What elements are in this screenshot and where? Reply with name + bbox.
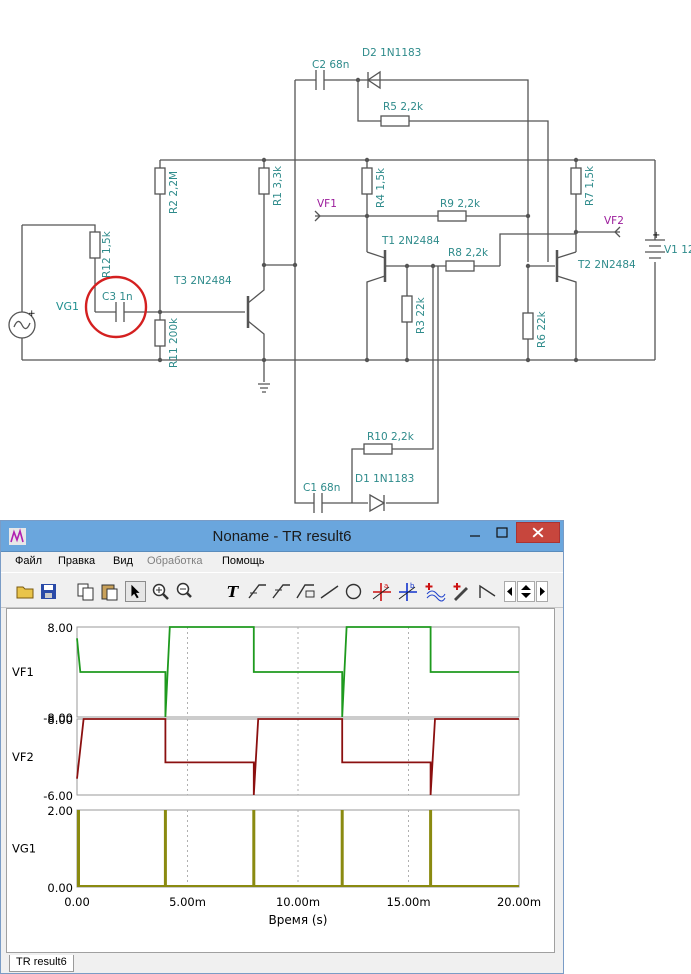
transient-plot[interactable]: 8.00-8.00VF18.00-6.00VF22.000.00VG10.00 5…: [7, 609, 554, 952]
copy-icon[interactable]: [75, 581, 96, 602]
ytick-vg1-top: 2.00: [47, 804, 73, 818]
label-r5: R5 2,2k: [383, 101, 424, 113]
label-r2: R2 2,2M: [168, 171, 180, 214]
v1-plus-sign: +: [652, 230, 660, 241]
cursor-a-icon[interactable]: [247, 581, 268, 602]
series-label-vf1: VF1: [12, 665, 34, 679]
maximize-icon[interactable]: [489, 523, 515, 543]
add-trace-icon[interactable]: [425, 581, 446, 602]
label-vg1: VG1: [56, 300, 79, 313]
series-label-vg1: VG1: [12, 842, 36, 856]
label-vf2: VF2: [604, 215, 624, 227]
pulse-mark: [163, 810, 167, 887]
menu-edit[interactable]: Правка: [58, 555, 95, 567]
label-r7: R7 1,5k: [584, 165, 596, 206]
circuit-schematic: VG1 C3 1n R12 1,5k R11 200k R2 2,2M T3 2…: [8, 47, 691, 513]
label-r12: R12 1,5k: [101, 230, 113, 278]
label-c3: C3 1n: [102, 291, 133, 303]
ytick-vg1-bottom: 0.00: [47, 881, 73, 895]
marker-icon[interactable]: [295, 581, 316, 602]
series-label-vf2: VF2: [12, 750, 34, 764]
xtick-label: 10.00m: [276, 895, 320, 909]
line-icon[interactable]: [319, 581, 340, 602]
scroll-right-icon[interactable]: [536, 581, 548, 602]
ytick-vf2-top: 8.00: [47, 713, 73, 727]
label-d1: D1 1N1183: [355, 473, 414, 485]
cursor-a-red-icon[interactable]: a: [371, 581, 392, 602]
status-bar: TR result6: [1, 954, 563, 973]
pulse-mark: [429, 810, 433, 887]
label-r1: R1 3,3k: [272, 165, 284, 206]
label-r6: R6 22k: [536, 310, 548, 348]
label-c2: C2 68n: [312, 59, 349, 71]
label-vf1: VF1: [317, 198, 337, 210]
scroll-left-icon[interactable]: [504, 581, 516, 602]
plot-area[interactable]: 8.00 -8.00 VF1 8.00 -6.00 VF2 2.00 0.00 VG1 0.00 5…: [6, 608, 555, 953]
pen-icon[interactable]: [451, 581, 472, 602]
xtick-label: 5.00m: [169, 895, 206, 909]
text-icon[interactable]: T: [223, 581, 244, 602]
menu-view[interactable]: Вид: [113, 555, 133, 567]
label-d2: D2 1N1183: [362, 47, 421, 59]
label-r8: R8 2,2k: [448, 247, 489, 259]
pointer-icon[interactable]: [125, 581, 146, 602]
svg-text:T: T: [227, 583, 240, 601]
ytick-vf2-bottom: -6.00: [43, 789, 73, 803]
close-icon[interactable]: [516, 522, 560, 543]
open-icon[interactable]: [15, 581, 36, 602]
zoom-in-icon[interactable]: [150, 581, 171, 602]
label-r11: R11 200k: [168, 317, 180, 368]
ramp-icon[interactable]: [477, 581, 498, 602]
label-c1: C1 68n: [303, 482, 340, 494]
ellipse-icon[interactable]: [343, 581, 364, 602]
label-r4: R4 1,5k: [375, 167, 387, 208]
xtick-label: 15.00m: [386, 895, 430, 909]
label-r3: R3 22k: [415, 296, 427, 334]
pulse-mark: [77, 810, 80, 887]
toolbar: T a b: [1, 572, 563, 608]
paste-icon[interactable]: [99, 581, 120, 602]
vg1-plus-sign: +: [28, 309, 36, 319]
save-icon[interactable]: [38, 581, 59, 602]
title-bar[interactable]: Noname - TR result6: [1, 521, 563, 552]
menu-process[interactable]: Обработка: [147, 555, 202, 567]
x-axis-label: Время (s): [269, 913, 328, 927]
label-t1: T1 2N2484: [381, 235, 440, 247]
zoom-100-icon[interactable]: [174, 581, 195, 602]
tr-result-window: Noname - TR result6 Файл Правка Вид Обра…: [0, 520, 564, 974]
minimize-icon[interactable]: [462, 523, 488, 543]
menu-bar: Файл Правка Вид Обработка Помощь: [1, 552, 563, 572]
cursor-b-blue-icon[interactable]: b: [397, 581, 418, 602]
pulse-mark: [340, 810, 344, 887]
label-t2: T2 2N2484: [577, 259, 636, 271]
pulse-mark: [252, 810, 256, 887]
cursor-b-icon[interactable]: [271, 581, 292, 602]
xtick-label: 0.00: [64, 895, 90, 909]
scroll-up-down-icon[interactable]: [517, 581, 535, 602]
label-r9: R9 2,2k: [440, 198, 481, 210]
xtick-label: 20.00m: [497, 895, 541, 909]
menu-file[interactable]: Файл: [15, 555, 42, 567]
label-v1: V1 12: [664, 244, 691, 256]
ytick-vf1-top: 8.00: [47, 621, 73, 635]
label-r10: R10 2,2k: [367, 431, 415, 443]
menu-help[interactable]: Помощь: [222, 555, 265, 567]
label-t3: T3 2N2484: [173, 275, 232, 287]
tab-tr-result6[interactable]: TR result6: [9, 955, 74, 972]
svg-text:a: a: [384, 582, 388, 590]
svg-text:b: b: [410, 582, 415, 590]
